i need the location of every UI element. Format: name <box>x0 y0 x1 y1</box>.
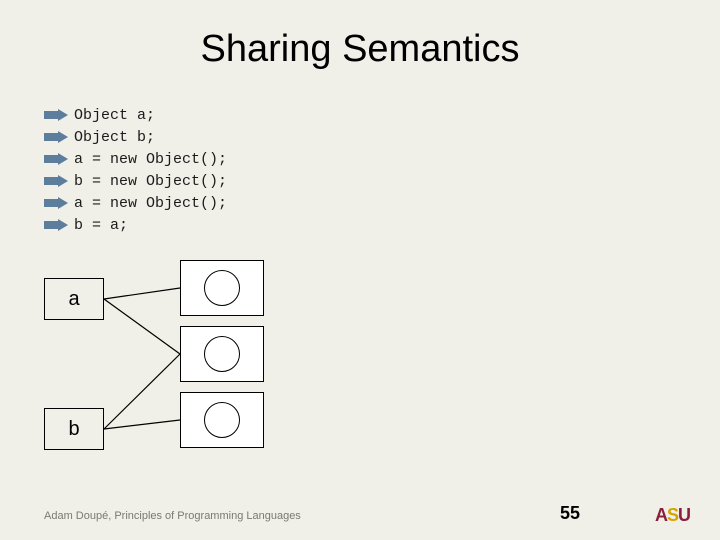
object-circle-icon <box>204 336 240 372</box>
slide-title: Sharing Semantics <box>0 0 720 71</box>
bullet-arrow-icon <box>44 197 68 209</box>
footer: Adam Doupé, Principles of Programming La… <box>44 510 690 522</box>
page-number: 55 <box>560 503 580 524</box>
bullet-arrow-icon <box>44 109 68 121</box>
code-line: a = new Object(); <box>44 148 227 170</box>
code-line: b = a; <box>44 214 227 236</box>
heap-object <box>180 392 264 448</box>
code-line: Object a; <box>44 104 227 126</box>
footer-author: Adam Doupé, Principles of Programming La… <box>44 510 301 522</box>
object-circle-icon <box>204 402 240 438</box>
code-text: b = new Object(); <box>74 173 227 190</box>
code-text: a = new Object(); <box>74 151 227 168</box>
code-text: a = new Object(); <box>74 195 227 212</box>
bullet-arrow-icon <box>44 153 68 165</box>
code-line: Object b; <box>44 126 227 148</box>
code-text: Object a; <box>74 107 155 124</box>
heap-object <box>180 326 264 382</box>
var-box-a: a <box>44 278 104 320</box>
var-box-b: b <box>44 408 104 450</box>
object-circle-icon <box>204 270 240 306</box>
bullet-arrow-icon <box>44 219 68 231</box>
code-line: b = new Object(); <box>44 170 227 192</box>
heap-object <box>180 260 264 316</box>
code-text: b = a; <box>74 217 128 234</box>
code-line: a = new Object(); <box>44 192 227 214</box>
var-label: a <box>68 288 79 311</box>
code-text: Object b; <box>74 129 155 146</box>
code-block: Object a; Object b; a = new Object(); b … <box>44 104 227 236</box>
pointer-diagram: a b <box>44 260 304 470</box>
bullet-arrow-icon <box>44 131 68 143</box>
var-label: b <box>68 418 79 441</box>
bullet-arrow-icon <box>44 175 68 187</box>
logo-asu: ASU <box>655 505 690 526</box>
